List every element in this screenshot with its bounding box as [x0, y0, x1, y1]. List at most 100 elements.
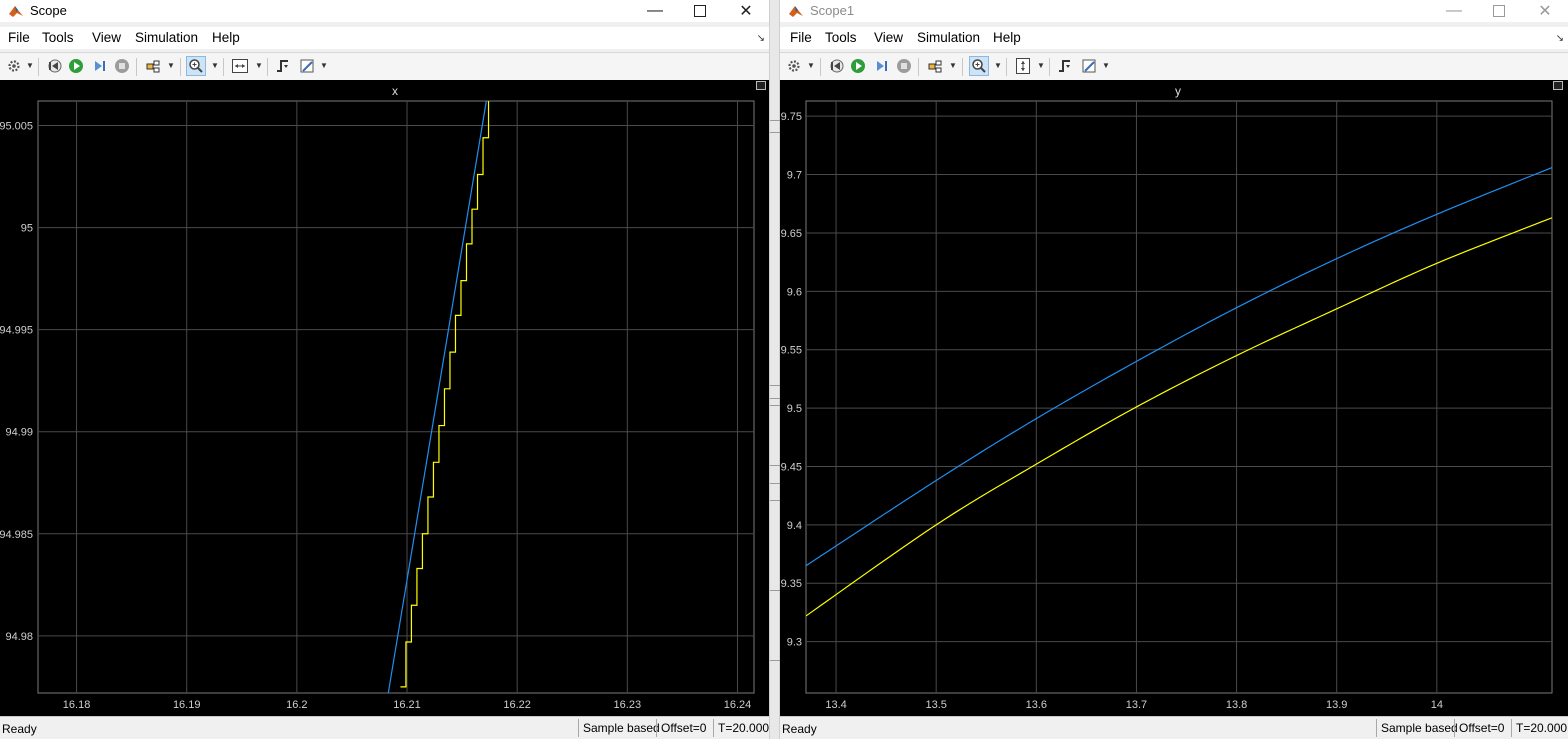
step-forward-button[interactable] — [89, 56, 109, 76]
expand-arrow-icon[interactable]: ↘ — [757, 33, 765, 44]
scope-axes[interactable]: 16.18 16.19 16.2 16.21 16.22 16.23 16.24 94.98 9… — [0, 80, 769, 716]
chart-svg: 13.4 13.5 13.6 13.7 13.8 13.9 14 9.3 9.35 9.4 9.45… — [781, 100, 1553, 711]
zoom-in-button[interactable] — [969, 56, 989, 76]
y-tick-label: 9.5 — [787, 403, 802, 415]
zoom-dropdown-icon[interactable]: ▼ — [994, 61, 1002, 70]
x-tick-label: 13.4 — [825, 699, 846, 711]
maximize-button[interactable] — [1476, 0, 1522, 22]
plot-area: x 16.18 16.19 16.2 16.21 16.22 16.23 16.24 94.9… — [0, 80, 769, 716]
measure-icon — [300, 59, 314, 73]
y-tick-label: 94.99 — [5, 427, 33, 439]
x-tick-label: 13.8 — [1226, 699, 1247, 711]
zoom-dropdown-icon[interactable]: ▼ — [211, 61, 219, 70]
measurements-dropdown-icon[interactable]: ▼ — [1102, 61, 1110, 70]
x-tick-label: 16.19 — [173, 699, 201, 711]
x-tick-label: 16.22 — [503, 699, 531, 711]
title-bar: Scope — ✕ — [0, 0, 769, 22]
menu-file[interactable]: File — [8, 30, 30, 45]
y-tick-label: 9.35 — [781, 578, 802, 590]
status-time: T=20.000 — [1511, 719, 1567, 737]
settings-button[interactable] — [4, 56, 24, 76]
highlight-icon — [928, 60, 942, 73]
autoscale-button[interactable] — [1013, 56, 1033, 76]
status-time: T=20.000 — [713, 719, 769, 737]
y-tick-label: 9.65 — [781, 228, 802, 240]
measurements-button[interactable] — [297, 56, 317, 76]
expand-arrow-icon[interactable]: ↘ — [1556, 33, 1564, 44]
menu-file[interactable]: File — [790, 30, 812, 45]
matlab-icon — [789, 6, 803, 17]
y-tick-label: 9.75 — [781, 111, 802, 123]
settings-button[interactable] — [784, 56, 804, 76]
close-button[interactable]: ✕ — [1522, 0, 1568, 22]
step-forward-icon — [877, 61, 887, 71]
menu-view[interactable]: View — [874, 30, 903, 45]
autoscale-button[interactable] — [230, 56, 250, 76]
minimize-button[interactable]: — — [1431, 0, 1477, 22]
gear-icon — [788, 60, 800, 72]
run-button[interactable] — [66, 56, 86, 76]
stop-button[interactable] — [894, 56, 914, 76]
y-tick-label: 94.98 — [5, 631, 33, 643]
autoscale-dropdown-icon[interactable]: ▼ — [255, 61, 263, 70]
scope-window: Scope — ✕ File Tools View Simulation Hel… — [0, 0, 769, 739]
highlight-block-button[interactable] — [925, 56, 945, 76]
y-tick-label: 9.55 — [781, 345, 802, 357]
menu-tools[interactable]: Tools — [825, 30, 857, 45]
measure-icon — [1082, 59, 1096, 73]
plot-area: y 13.4 13.5 13.6 13.7 13.8 13.9 14 9.3 9.35 9.4 9.… — [780, 80, 1568, 716]
minimize-icon: — — [647, 2, 663, 19]
maximize-button[interactable] — [677, 0, 723, 22]
highlight-dropdown-icon[interactable]: ▼ — [949, 61, 957, 70]
window-splitter[interactable] — [769, 0, 780, 739]
gear-icon — [8, 60, 20, 72]
close-icon: ✕ — [1538, 3, 1552, 20]
step-back-icon — [830, 59, 844, 73]
menu-bar: File Tools View Simulation Help ↘ — [0, 27, 769, 49]
x-tick-label: 16.21 — [393, 699, 421, 711]
menu-tools[interactable]: Tools — [42, 30, 74, 45]
stop-button[interactable] — [112, 56, 132, 76]
menu-simulation[interactable]: Simulation — [917, 30, 980, 45]
zoom-in-icon — [972, 59, 986, 73]
menu-view[interactable]: View — [92, 30, 121, 45]
scope1-axes[interactable]: 13.4 13.5 13.6 13.7 13.8 13.9 14 9.3 9.35 9.4 9.45… — [780, 80, 1568, 716]
menu-help[interactable]: Help — [993, 30, 1021, 45]
run-button[interactable] — [848, 56, 868, 76]
highlight-block-button[interactable] — [143, 56, 163, 76]
menu-help[interactable]: Help — [212, 30, 240, 45]
settings-dropdown-icon[interactable]: ▼ — [26, 61, 34, 70]
step-back-icon — [48, 59, 62, 73]
trigger-icon — [1059, 60, 1070, 72]
title-bar: Scope1 — ✕ — [780, 0, 1568, 22]
y-tick-label: 9.6 — [787, 286, 802, 298]
minimize-button[interactable]: — — [632, 0, 678, 22]
status-sample-mode: Sample based — [578, 719, 660, 737]
x-tick-label: 13.7 — [1126, 699, 1147, 711]
step-back-button[interactable] — [826, 56, 846, 76]
close-icon: ✕ — [739, 3, 753, 20]
autoscale-dropdown-icon[interactable]: ▼ — [1037, 61, 1045, 70]
settings-dropdown-icon[interactable]: ▼ — [807, 61, 815, 70]
status-bar: Ready Sample based Offset=0 T=20.000 — [780, 716, 1568, 739]
scope1-window: Scope1 — ✕ File Tools View Simulation He… — [780, 0, 1568, 739]
measurements-dropdown-icon[interactable]: ▼ — [320, 61, 328, 70]
y-tick-label: 95 — [21, 223, 33, 235]
maximize-icon — [1493, 5, 1505, 17]
maximize-icon — [694, 5, 706, 17]
trigger-button[interactable] — [273, 56, 293, 76]
step-forward-button[interactable] — [871, 56, 891, 76]
step-back-button[interactable] — [44, 56, 64, 76]
y-tick-label: 94.985 — [0, 529, 33, 541]
y-tick-label: 9.45 — [781, 461, 802, 473]
autoscale-y-icon — [1016, 58, 1030, 74]
menu-simulation[interactable]: Simulation — [135, 30, 198, 45]
y-tick-label: 9.7 — [787, 170, 802, 182]
highlight-dropdown-icon[interactable]: ▼ — [167, 61, 175, 70]
matlab-icon — [9, 6, 23, 17]
zoom-in-button[interactable] — [186, 56, 206, 76]
x-tick-label: 16.24 — [724, 699, 752, 711]
measurements-button[interactable] — [1079, 56, 1099, 76]
trigger-button[interactable] — [1055, 56, 1075, 76]
close-button[interactable]: ✕ — [723, 0, 769, 22]
